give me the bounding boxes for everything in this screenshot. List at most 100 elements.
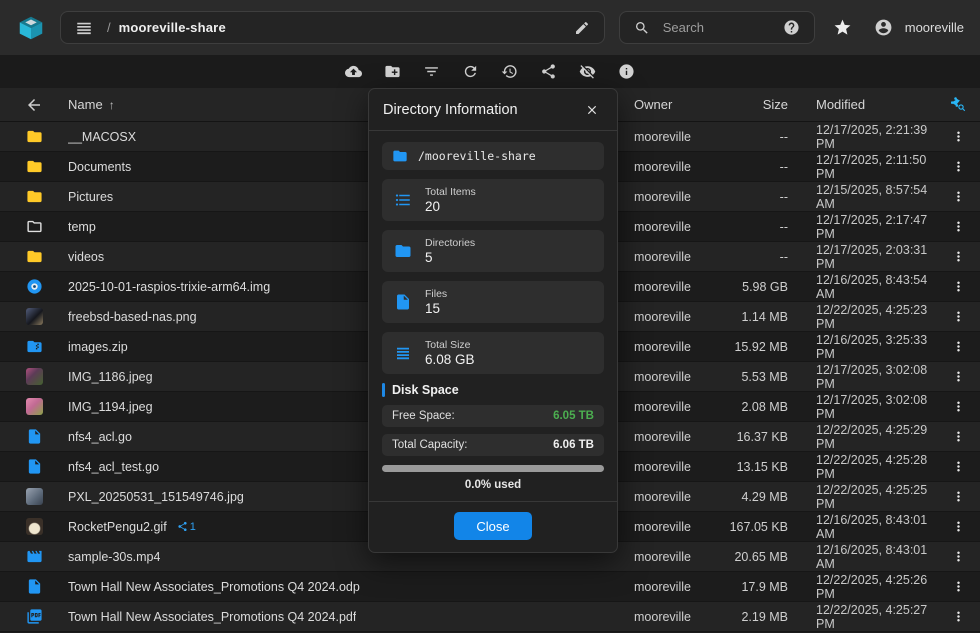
- modified-cell: 12/22/2025, 4:25:26 PM: [788, 573, 936, 601]
- file-name-cell: Town Hall New Associates_Promotions Q4 2…: [68, 580, 634, 594]
- directory-path-card: /mooreville-share: [382, 142, 604, 170]
- row-menu-button[interactable]: [947, 185, 970, 208]
- size-cell: 13.15 KB: [714, 460, 788, 474]
- stat-label: Total Size: [425, 339, 475, 351]
- breadcrumb-current-folder[interactable]: mooreville-share: [119, 20, 226, 35]
- dots-vertical-icon: [951, 309, 966, 324]
- file-icon-cell: [0, 398, 68, 415]
- eye-off-icon: [579, 63, 596, 80]
- file-icon-cell: [0, 248, 68, 265]
- row-menu-button[interactable]: [947, 335, 970, 358]
- file-name: Documents: [68, 160, 131, 174]
- dots-vertical-icon: [951, 579, 966, 594]
- stat-card: Files15: [382, 281, 604, 323]
- share-button[interactable]: [536, 59, 562, 85]
- row-menu-button[interactable]: [947, 545, 970, 568]
- file-name: freebsd-based-nas.png: [68, 310, 197, 324]
- file-name-cell: Town Hall New Associates_Promotions Q4 2…: [68, 610, 634, 624]
- modified-cell: 12/17/2025, 2:03:31 PM: [788, 243, 936, 271]
- column-header-size[interactable]: Size: [714, 97, 788, 112]
- folder-icon: [26, 248, 43, 265]
- owner-cell: mooreville: [634, 520, 714, 534]
- list-view-icon[interactable]: [71, 15, 97, 41]
- modified-cell: 12/22/2025, 4:25:27 PM: [788, 603, 936, 631]
- row-menu-button[interactable]: [947, 425, 970, 448]
- search-input[interactable]: [663, 20, 770, 35]
- favorites-star-icon[interactable]: [829, 14, 856, 41]
- new-folder-button[interactable]: [380, 59, 406, 85]
- folder-icon: [26, 188, 43, 205]
- column-header-owner[interactable]: Owner: [634, 97, 714, 112]
- table-row[interactable]: Town Hall New Associates_Promotions Q4 2…: [0, 572, 980, 602]
- column-header-modified[interactable]: Modified: [788, 97, 936, 112]
- table-options-icon[interactable]: [936, 93, 980, 116]
- upload-button[interactable]: [341, 59, 367, 85]
- modified-cell: 12/16/2025, 8:43:54 AM: [788, 273, 936, 301]
- owner-cell: mooreville: [634, 130, 714, 144]
- toggle-hidden-button[interactable]: [575, 59, 601, 85]
- info-button[interactable]: [614, 59, 640, 85]
- user-menu[interactable]: mooreville: [870, 14, 964, 41]
- row-menu-button[interactable]: [947, 365, 970, 388]
- folder-blue-icon: [394, 242, 412, 260]
- close-button[interactable]: Close: [454, 512, 532, 540]
- owner-cell: mooreville: [634, 190, 714, 204]
- row-menu-button[interactable]: [947, 245, 970, 268]
- back-arrow-icon[interactable]: [0, 92, 68, 118]
- file-name: sample-30s.mp4: [68, 550, 160, 564]
- search-bar[interactable]: [619, 11, 815, 44]
- filter-button[interactable]: [419, 59, 445, 85]
- file-name: images.zip: [68, 340, 128, 354]
- size-cell: --: [714, 220, 788, 234]
- row-menu-button[interactable]: [947, 275, 970, 298]
- modified-cell: 12/16/2025, 3:25:33 PM: [788, 333, 936, 361]
- stat-value: 6.08 GB: [425, 352, 475, 367]
- row-menu-button[interactable]: [947, 155, 970, 178]
- history-button[interactable]: [497, 59, 523, 85]
- file-icon-cell: [0, 158, 68, 175]
- file-icon: [26, 578, 43, 595]
- row-menu-button[interactable]: [947, 215, 970, 238]
- modified-cell: 12/22/2025, 4:25:28 PM: [788, 453, 936, 481]
- dots-vertical-icon: [951, 129, 966, 144]
- share-count-badge[interactable]: 1: [177, 521, 196, 533]
- close-icon[interactable]: [581, 99, 603, 121]
- help-icon[interactable]: [779, 15, 804, 40]
- modified-cell: 12/16/2025, 8:43:01 AM: [788, 513, 936, 541]
- app-logo-icon[interactable]: [16, 13, 46, 43]
- edit-path-icon[interactable]: [570, 16, 594, 40]
- row-menu-button[interactable]: [947, 455, 970, 478]
- file-icon: [26, 458, 43, 475]
- breadcrumb-root[interactable]: /: [107, 20, 111, 35]
- file-name: Town Hall New Associates_Promotions Q4 2…: [68, 580, 360, 594]
- row-menu-button[interactable]: [947, 485, 970, 508]
- row-menu-button[interactable]: [947, 305, 970, 328]
- dots-vertical-icon: [951, 519, 966, 534]
- dots-vertical-icon: [951, 459, 966, 474]
- file-name: IMG_1186.jpeg: [68, 370, 153, 384]
- row-menu-button[interactable]: [947, 605, 970, 628]
- video-icon: [26, 548, 43, 565]
- breadcrumb[interactable]: / mooreville-share: [60, 11, 605, 44]
- free-space-label: Free Space:: [392, 410, 455, 422]
- row-menu-button[interactable]: [947, 125, 970, 148]
- row-menu-button[interactable]: [947, 575, 970, 598]
- row-menu-button[interactable]: [947, 395, 970, 418]
- row-menu-button[interactable]: [947, 515, 970, 538]
- disc-icon: [26, 278, 43, 295]
- folder-icon: [26, 128, 43, 145]
- owner-cell: mooreville: [634, 370, 714, 384]
- modified-cell: 12/22/2025, 4:25:25 PM: [788, 483, 936, 511]
- size-cell: --: [714, 190, 788, 204]
- table-row[interactable]: Town Hall New Associates_Promotions Q4 2…: [0, 602, 980, 632]
- size-cell: 5.98 GB: [714, 280, 788, 294]
- file-icon-cell: [0, 308, 68, 325]
- file-icon-cell: [0, 278, 68, 295]
- dots-vertical-icon: [951, 399, 966, 414]
- refresh-button[interactable]: [458, 59, 484, 85]
- stat-value: 15: [425, 301, 447, 316]
- file-name: Town Hall New Associates_Promotions Q4 2…: [68, 610, 356, 624]
- owner-cell: mooreville: [634, 460, 714, 474]
- file-icon-cell: [0, 518, 68, 535]
- owner-cell: mooreville: [634, 310, 714, 324]
